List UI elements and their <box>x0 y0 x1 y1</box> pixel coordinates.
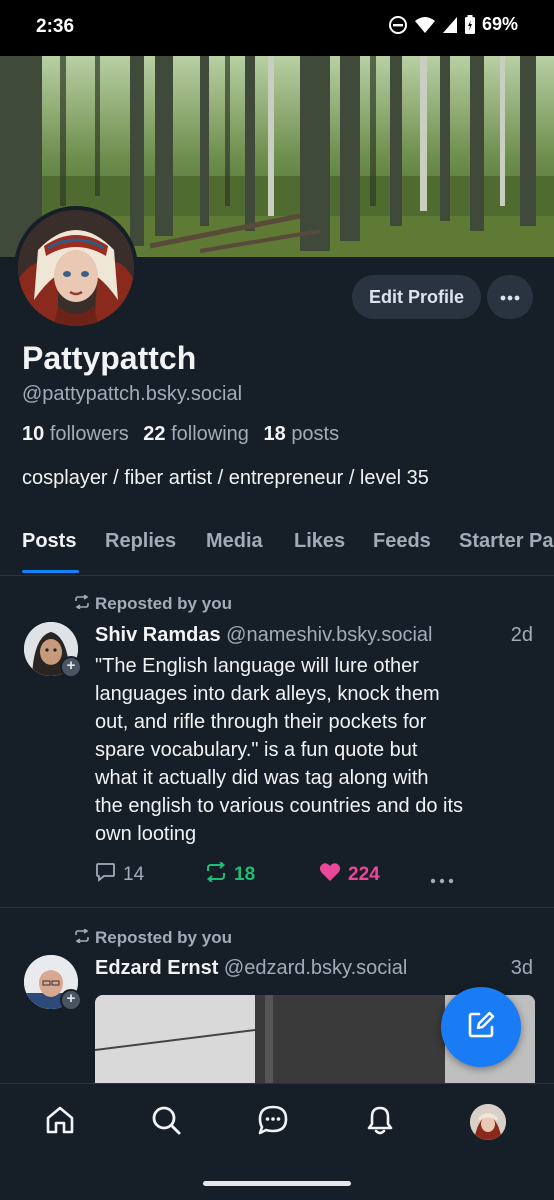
compose-button[interactable] <box>441 987 521 1067</box>
status-bar: 2:36 69% <box>0 0 554 56</box>
tab-media[interactable]: Media <box>206 530 263 553</box>
wifi-icon <box>414 16 436 34</box>
nav-search[interactable] <box>146 1102 186 1142</box>
post-text-line: own looting <box>95 823 197 845</box>
home-indicator <box>203 1181 351 1186</box>
profile-more-button[interactable] <box>487 275 533 319</box>
post-author-handle[interactable]: @nameshiv.bsky.social <box>226 624 432 646</box>
post-author-handle[interactable]: @edzard.bsky.social <box>224 957 407 979</box>
repost-label: Reposted by you <box>95 928 232 947</box>
status-icons: 69% <box>388 14 518 35</box>
following-count: 22 <box>143 423 166 445</box>
repost-icon <box>205 861 227 888</box>
repost-label: Reposted by you <box>95 594 232 613</box>
posts-label: posts <box>291 423 340 445</box>
heart-icon <box>319 862 341 888</box>
profile-bio: cosplayer / fiber artist / entrepreneur … <box>22 467 429 489</box>
nav-profile-avatar <box>470 1104 506 1140</box>
tab-likes[interactable]: Likes <box>294 530 345 553</box>
display-name: Pattypattch <box>22 340 197 376</box>
home-icon <box>44 1104 76 1141</box>
active-tab-indicator <box>22 570 79 573</box>
reply-button[interactable]: 14 <box>95 862 144 888</box>
post-time[interactable]: 3d <box>511 957 533 980</box>
repost-count: 18 <box>234 864 256 885</box>
tab-feeds[interactable]: Feeds <box>373 530 431 553</box>
bottom-nav <box>0 1083 554 1200</box>
like-button[interactable]: 224 <box>319 862 380 888</box>
status-time: 2:36 <box>36 16 75 37</box>
profile-tabs: Posts Replies Media Likes Feeds Starter … <box>0 514 554 576</box>
following-stat[interactable]: 22 following <box>143 423 249 445</box>
post-text[interactable]: "The English language will lure other la… <box>95 652 535 848</box>
repost-indicator[interactable]: Reposted by you <box>74 594 232 614</box>
nav-profile[interactable] <box>468 1102 508 1142</box>
profile-stats: 10 followers 22 following 18 posts <box>22 423 339 446</box>
tab-posts[interactable]: Posts <box>22 530 76 553</box>
edit-profile-button[interactable]: Edit Profile <box>352 275 481 319</box>
post-author-name[interactable]: Shiv Ramdas <box>95 624 221 646</box>
more-icon <box>430 868 454 890</box>
post-text-line: languages into dark alleys, knock them <box>95 683 440 705</box>
post-divider <box>0 907 554 908</box>
repost-icon <box>74 594 90 614</box>
followers-count: 10 <box>22 423 45 445</box>
posts-count: 18 <box>263 423 286 445</box>
post-more-button[interactable] <box>430 868 454 890</box>
profile-handle: @pattypattch.bsky.social <box>22 383 243 405</box>
post-author-name[interactable]: Edzard Ernst <box>95 957 218 979</box>
dnd-icon <box>388 15 408 35</box>
search-icon <box>150 1104 182 1141</box>
nav-home[interactable] <box>40 1102 80 1142</box>
post-author-line: Shiv Ramdas @nameshiv.bsky.social <box>95 624 432 647</box>
signal-icon <box>442 16 458 34</box>
post-text-line: the english to various countries and do … <box>95 795 463 817</box>
repost-button[interactable]: 18 <box>205 861 256 888</box>
reply-count: 14 <box>123 864 145 885</box>
tab-starter-packs[interactable]: Starter Pa <box>459 530 554 553</box>
repost-indicator[interactable]: Reposted by you <box>74 928 232 948</box>
follow-plus-icon[interactable]: + <box>60 656 82 678</box>
chat-icon <box>257 1104 289 1141</box>
following-label: following <box>171 423 249 445</box>
battery-level: 69% <box>481 14 518 34</box>
post-actions: 14 18 224 <box>95 861 535 890</box>
compose-icon <box>466 1010 496 1045</box>
post-text-line: "The English language will lure other <box>95 655 419 677</box>
posts-stat: 18 posts <box>264 423 340 445</box>
like-count: 224 <box>348 864 380 885</box>
post-author-line: Edzard Ernst @edzard.bsky.social <box>95 957 407 980</box>
more-icon <box>500 288 520 306</box>
repost-icon <box>74 928 90 948</box>
followers-label: followers <box>49 423 129 445</box>
nav-chat[interactable] <box>253 1102 293 1142</box>
post-time[interactable]: 2d <box>511 624 533 647</box>
reply-icon <box>95 862 116 888</box>
post-text-line: spare vocabulary." is a fun quote but <box>95 739 418 761</box>
tab-replies[interactable]: Replies <box>105 530 176 553</box>
post-text-line: what it actually did was tag along with <box>95 767 429 789</box>
nav-notifications[interactable] <box>360 1102 400 1142</box>
battery-icon <box>464 14 476 35</box>
follow-plus-icon[interactable]: + <box>60 989 82 1011</box>
profile-avatar[interactable] <box>14 206 138 330</box>
bell-icon <box>364 1104 396 1141</box>
post-text-line: out, and rifle through their pockets for <box>95 711 427 733</box>
followers-stat[interactable]: 10 followers <box>22 423 129 445</box>
